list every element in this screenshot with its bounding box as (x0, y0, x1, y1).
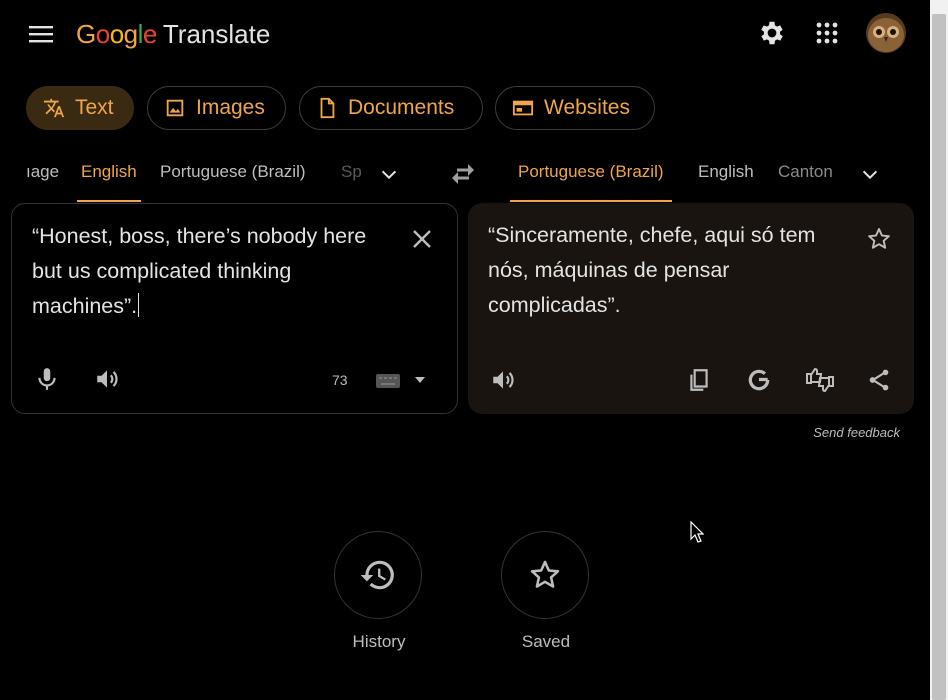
menu-icon[interactable] (28, 22, 54, 46)
source-lang-more-icon[interactable] (378, 164, 400, 186)
google-wordmark: Google (76, 18, 157, 49)
history-icon (360, 560, 394, 590)
source-text-area[interactable]: “Honest, boss, there’s nobody here but u… (32, 219, 402, 324)
star-icon[interactable] (866, 226, 892, 252)
history-label: History (352, 632, 406, 651)
target-language-bar: Portuguese (Brazil) English Canton (510, 150, 840, 202)
mode-documents-chip[interactable]: Documents (299, 86, 483, 130)
mode-websites-chip[interactable]: Websites (495, 86, 655, 130)
mode-images-label: Images (196, 96, 265, 119)
translation-line: nós, máquinas de pensar (488, 258, 730, 282)
send-feedback-link[interactable]: Send feedback (813, 425, 900, 440)
target-lang-partial-right[interactable]: Canton (778, 150, 833, 202)
source-lang-english[interactable]: English (77, 150, 141, 202)
target-lang-english[interactable]: English (698, 150, 754, 202)
history-button[interactable] (334, 531, 422, 619)
mode-websites-label: Websites (544, 96, 630, 119)
gear-icon[interactable] (757, 18, 787, 48)
apps-grid-icon[interactable] (815, 21, 839, 45)
microphone-icon[interactable] (34, 366, 60, 392)
keyboard-icon[interactable] (376, 374, 400, 388)
app-name: Translate (162, 18, 271, 49)
target-lang-more-icon[interactable] (859, 164, 881, 186)
source-lang-partial-right[interactable]: Sp (341, 150, 362, 202)
translation-text: “Sinceramente, chefe, aqui só tem nós, m… (488, 218, 848, 323)
source-line: machines”. (32, 294, 138, 318)
google-g-icon[interactable] (746, 367, 772, 393)
website-icon (512, 100, 534, 116)
saved-star-icon (530, 560, 560, 588)
image-icon (166, 99, 184, 117)
mode-images-chip[interactable]: Images (147, 86, 286, 130)
rate-translation-icon[interactable] (805, 366, 834, 393)
mode-documents-label: Documents (348, 96, 455, 119)
saved-label: Saved (521, 632, 571, 651)
translate-icon (43, 98, 65, 118)
source-line: but us complicated thinking (32, 259, 292, 283)
document-icon (320, 97, 335, 119)
clear-text-icon[interactable] (410, 227, 434, 251)
translation-speaker-icon[interactable] (490, 367, 516, 393)
translation-line: “Sinceramente, chefe, aqui só tem (488, 223, 816, 247)
keyboard-dropdown-icon[interactable] (414, 376, 426, 384)
character-count: 73 (332, 372, 348, 388)
mode-text-label: Text (75, 96, 114, 119)
target-lang-portuguese[interactable]: Portuguese (Brazil) (510, 150, 672, 202)
share-icon[interactable] (866, 367, 892, 393)
source-speaker-icon[interactable] (94, 366, 120, 392)
text-caret (138, 293, 140, 317)
google-translate-logo[interactable]: Google Translate (76, 14, 270, 54)
mode-text-chip[interactable]: Text (26, 86, 134, 130)
source-lang-portuguese[interactable]: Portuguese (Brazil) (160, 150, 306, 202)
saved-button[interactable] (501, 531, 589, 619)
translation-line: complicadas”. (488, 293, 621, 317)
swap-languages-icon[interactable] (448, 160, 478, 188)
scrollbar-thumb[interactable] (932, 14, 946, 700)
source-line: “Honest, boss, there’s nobody here (32, 224, 367, 248)
source-lang-partial-left[interactable]: ıage (26, 150, 59, 202)
avatar[interactable] (866, 13, 906, 53)
mouse-cursor-icon (690, 521, 704, 543)
copy-icon[interactable] (686, 367, 712, 393)
source-language-bar: ıage English Portuguese (Brazil) Sp (26, 150, 366, 202)
